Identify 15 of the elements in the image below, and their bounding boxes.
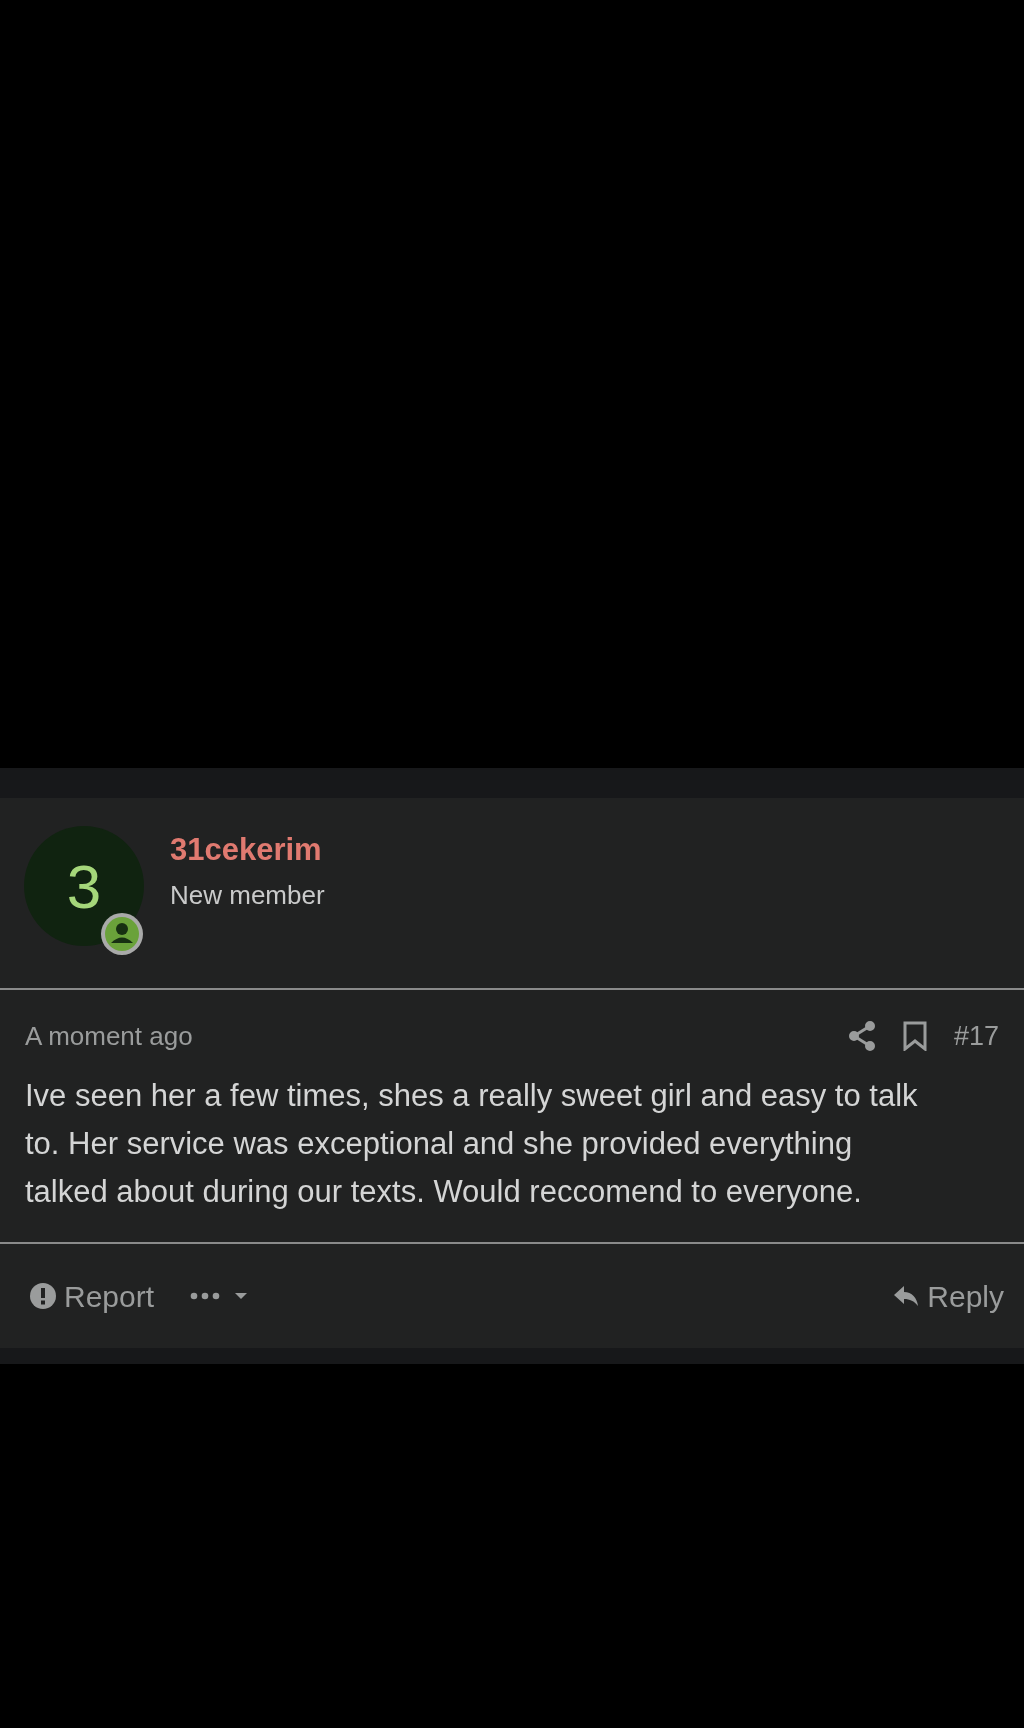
post-time[interactable]: A moment ago bbox=[25, 1020, 193, 1052]
reply-icon bbox=[893, 1284, 920, 1308]
username-link[interactable]: 31cekerim bbox=[170, 830, 325, 870]
caret-icon bbox=[234, 1292, 249, 1300]
share-icon[interactable] bbox=[847, 1021, 876, 1051]
post-number-link[interactable]: #17 bbox=[953, 1020, 999, 1052]
avatar[interactable]: 3 bbox=[24, 826, 144, 946]
bookmark-icon[interactable] bbox=[901, 1021, 928, 1051]
more-icon bbox=[190, 1292, 221, 1300]
member-badge-icon bbox=[100, 912, 144, 956]
user-title: New member bbox=[170, 879, 325, 912]
post-body: Ive seen her a few times, shes a really sweet girl and easy to talk to. Her service was exceptional and she provided everything talked about during our texts. Would reccomend to everyone. bbox=[24, 1077, 919, 1211]
warning-icon bbox=[30, 1283, 56, 1309]
reply-button[interactable]: Reply bbox=[893, 1273, 1004, 1319]
report-button[interactable]: Report bbox=[30, 1273, 155, 1319]
